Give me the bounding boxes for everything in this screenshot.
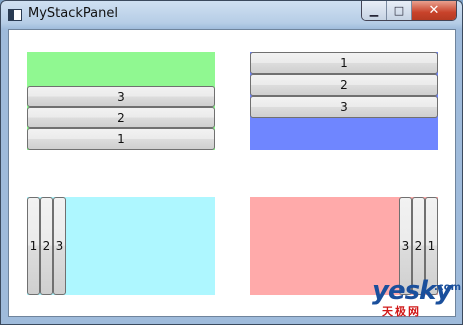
button-3[interactable]: 3 bbox=[53, 197, 66, 295]
stackpanel-top-left: 3 2 1 bbox=[27, 52, 215, 150]
button-2[interactable]: 2 bbox=[27, 107, 215, 128]
button-1[interactable]: 1 bbox=[250, 52, 438, 74]
minimize-button[interactable]: ▁ bbox=[362, 1, 387, 20]
app-icon[interactable] bbox=[8, 9, 22, 21]
button-3[interactable]: 3 bbox=[27, 86, 215, 107]
window-controls: ▁ □ ✕ bbox=[361, 1, 457, 21]
stackpanel-top-right: 1 2 3 bbox=[250, 52, 438, 150]
button-2[interactable]: 2 bbox=[250, 74, 438, 96]
maximize-button[interactable]: □ bbox=[387, 1, 412, 20]
title-bar[interactable]: MyStackPanel ▁ □ ✕ bbox=[1, 1, 462, 29]
window-title: MyStackPanel bbox=[28, 6, 118, 21]
watermark-suffix: .com bbox=[434, 282, 462, 293]
yesky-watermark: yesky .com 天极网 bbox=[372, 276, 462, 324]
button-1[interactable]: 1 bbox=[27, 128, 215, 150]
client-area: 3 2 1 1 2 3 1 2 3 3 2 1 bbox=[8, 29, 456, 317]
close-button[interactable]: ✕ bbox=[412, 1, 456, 20]
stackpanel-bottom-left: 1 2 3 bbox=[27, 197, 215, 295]
button-3[interactable]: 3 bbox=[250, 96, 438, 118]
button-2[interactable]: 2 bbox=[40, 197, 53, 295]
button-1[interactable]: 1 bbox=[27, 197, 40, 295]
watermark-cn: 天极网 bbox=[382, 305, 421, 318]
